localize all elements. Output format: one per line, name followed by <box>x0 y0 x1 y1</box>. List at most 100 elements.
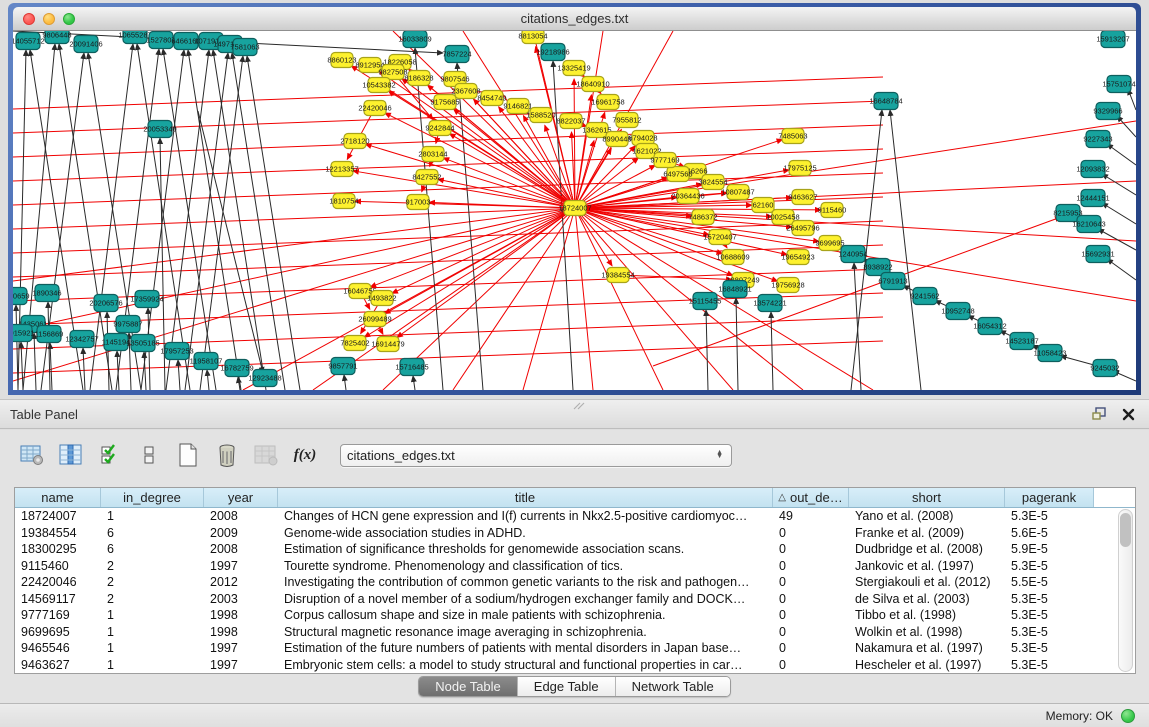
table-cell: Genome-wide association studies in ADHD. <box>278 525 773 542</box>
table-cell: 1998 <box>204 607 278 624</box>
table-cell: 1 <box>101 657 204 674</box>
table-cell: 5.5E-5 <box>1005 574 1094 591</box>
memory-ok-indicator[interactable] <box>1121 709 1135 723</box>
scrollbar-thumb[interactable] <box>1120 513 1131 547</box>
table-cell: Tourette syndrome. Phenomenology and cla… <box>278 558 773 575</box>
table-cell: Estimation of significance thresholds fo… <box>278 541 773 558</box>
tab-network-table[interactable]: Network Table <box>616 677 730 696</box>
node-label: 9857791 <box>328 362 357 371</box>
column-header-out_de[interactable]: △ out_de… <box>773 488 849 507</box>
column-header-label: name <box>41 490 74 505</box>
vertical-scrollbar[interactable] <box>1118 509 1133 672</box>
panel-resize-grip[interactable] <box>573 402 585 410</box>
table-row[interactable]: 1456911722003Disruption of a novel membe… <box>15 591 1135 608</box>
citation-edge <box>392 208 575 293</box>
delete-table-icon[interactable] <box>252 441 280 469</box>
clear-selection-icon[interactable] <box>135 441 163 469</box>
node-label: 17359924 <box>130 295 163 304</box>
node-label: 9227343 <box>1083 135 1112 144</box>
table-cell: 1998 <box>204 624 278 641</box>
table-row[interactable]: 911546021997Tourette syndrome. Phenomeno… <box>15 558 1135 575</box>
tab-edge-table[interactable]: Edge Table <box>518 677 616 696</box>
table-row[interactable]: 1872400712008Changes of HCN gene express… <box>15 508 1135 525</box>
node-label: 16648784 <box>869 97 902 106</box>
node-label: 18640910 <box>576 80 609 89</box>
node-label: 12093832 <box>1076 165 1109 174</box>
node-label: 8860123 <box>327 56 356 65</box>
column-header-label: pagerank <box>1022 490 1076 505</box>
node-label: 2718120 <box>340 137 369 146</box>
table-body: 1872400712008Changes of HCN gene express… <box>15 508 1135 673</box>
table-cell: Embryonic stem cells: a model to study s… <box>278 657 773 674</box>
table-cell: 5.6E-5 <box>1005 525 1094 542</box>
table-toolbar: f(x) citations_edges.txt ▲▼ <box>18 440 732 470</box>
node-label: 16848921 <box>718 285 751 294</box>
table-row[interactable]: 1830029562008Estimation of significance … <box>15 541 1135 558</box>
table-cell: Disruption of a novel member of a sodium… <box>278 591 773 608</box>
select-columns-icon[interactable] <box>57 441 85 469</box>
table-select-value: citations_edges.txt <box>347 448 716 463</box>
table-cell: Hescheler et al. (1997) <box>849 657 1005 674</box>
node-label: 11058423 <box>1034 349 1067 358</box>
table-row[interactable]: 946554611997Estimation of the future num… <box>15 640 1135 657</box>
table-cell: 2 <box>101 574 204 591</box>
network-edge <box>34 333 36 390</box>
status-bar: Memory: OK <box>0 703 1149 727</box>
node-label: 9146821 <box>503 102 532 111</box>
column-header-label: out_de… <box>790 490 843 505</box>
function-builder-icon[interactable]: f(x) <box>291 441 319 469</box>
table-cell: 1997 <box>204 558 278 575</box>
node-label: 7581063 <box>230 43 259 52</box>
network-edge <box>1107 144 1136 165</box>
column-header-pagerank[interactable]: pagerank <box>1005 488 1094 507</box>
node-label: 9329966 <box>1093 107 1122 116</box>
network-edge <box>1102 174 1136 195</box>
new-column-icon[interactable] <box>174 441 202 469</box>
table-cell: 9465546 <box>15 640 101 657</box>
table-cell: 0 <box>773 607 849 624</box>
node-label: 9827508 <box>378 68 407 77</box>
table-row[interactable]: 946362711997Embryonic stem cells: a mode… <box>15 657 1135 674</box>
node-label: 20091406 <box>69 40 102 49</box>
select-all-icon[interactable] <box>96 441 124 469</box>
table-row[interactable]: 969969511998Structural magnetic resonanc… <box>15 624 1135 641</box>
node-label: 16914479 <box>371 340 404 349</box>
network-window-titlebar[interactable]: citations_edges.txt <box>13 7 1136 31</box>
table-cell: Structural magnetic resonance image aver… <box>278 624 773 641</box>
table-cell: 5.3E-5 <box>1005 640 1094 657</box>
column-header-short[interactable]: short <box>849 488 1005 507</box>
sort-ascending-icon: △ <box>778 492 786 503</box>
network-window: citations_edges.txt 18724007886012389129… <box>8 3 1141 395</box>
column-header-name[interactable]: name <box>15 488 101 507</box>
node-label: 16054312 <box>973 322 1006 331</box>
table-cell: 18300295 <box>15 541 101 558</box>
node-label: 19218986 <box>536 48 569 57</box>
table-cell: 5.3E-5 <box>1005 624 1094 641</box>
column-header-in_degree[interactable]: in_degree <box>101 488 204 507</box>
table-cell: de Silva et al. (2003) <box>849 591 1005 608</box>
column-header-title[interactable]: title <box>278 488 773 507</box>
table-cell: Changes of HCN gene expression and I(f) … <box>278 508 773 525</box>
table-row[interactable]: 977716911998Corpus callosum shape and si… <box>15 607 1135 624</box>
network-canvas[interactable]: 1872400788601238912954182260589827508818… <box>13 31 1136 390</box>
node-label: 13325419 <box>557 64 590 73</box>
memory-status-label: Memory: OK <box>1046 709 1113 723</box>
table-cell: 0 <box>773 525 849 542</box>
citation-edge <box>443 158 575 208</box>
column-header-year[interactable]: year <box>204 488 278 507</box>
table-cell: 2003 <box>204 591 278 608</box>
table-row[interactable]: 1938455462009Genome-wide association stu… <box>15 525 1135 542</box>
delete-column-icon[interactable] <box>213 441 241 469</box>
node-label: 8186328 <box>404 74 433 83</box>
node-label: 14055712 <box>13 37 45 46</box>
table-cell: 2 <box>101 558 204 575</box>
node-label: 7955812 <box>612 116 641 125</box>
tab-node-table[interactable]: Node Table <box>419 677 518 696</box>
table-row[interactable]: 2242004622012Investigating the contribut… <box>15 574 1135 591</box>
table-select-dropdown[interactable]: citations_edges.txt ▲▼ <box>340 444 732 467</box>
float-panel-icon[interactable] <box>1092 407 1108 421</box>
close-panel-icon[interactable] <box>1122 408 1135 421</box>
dropdown-arrows-icon: ▲▼ <box>716 451 723 459</box>
network-edge <box>771 312 773 390</box>
table-settings-icon[interactable] <box>18 441 46 469</box>
